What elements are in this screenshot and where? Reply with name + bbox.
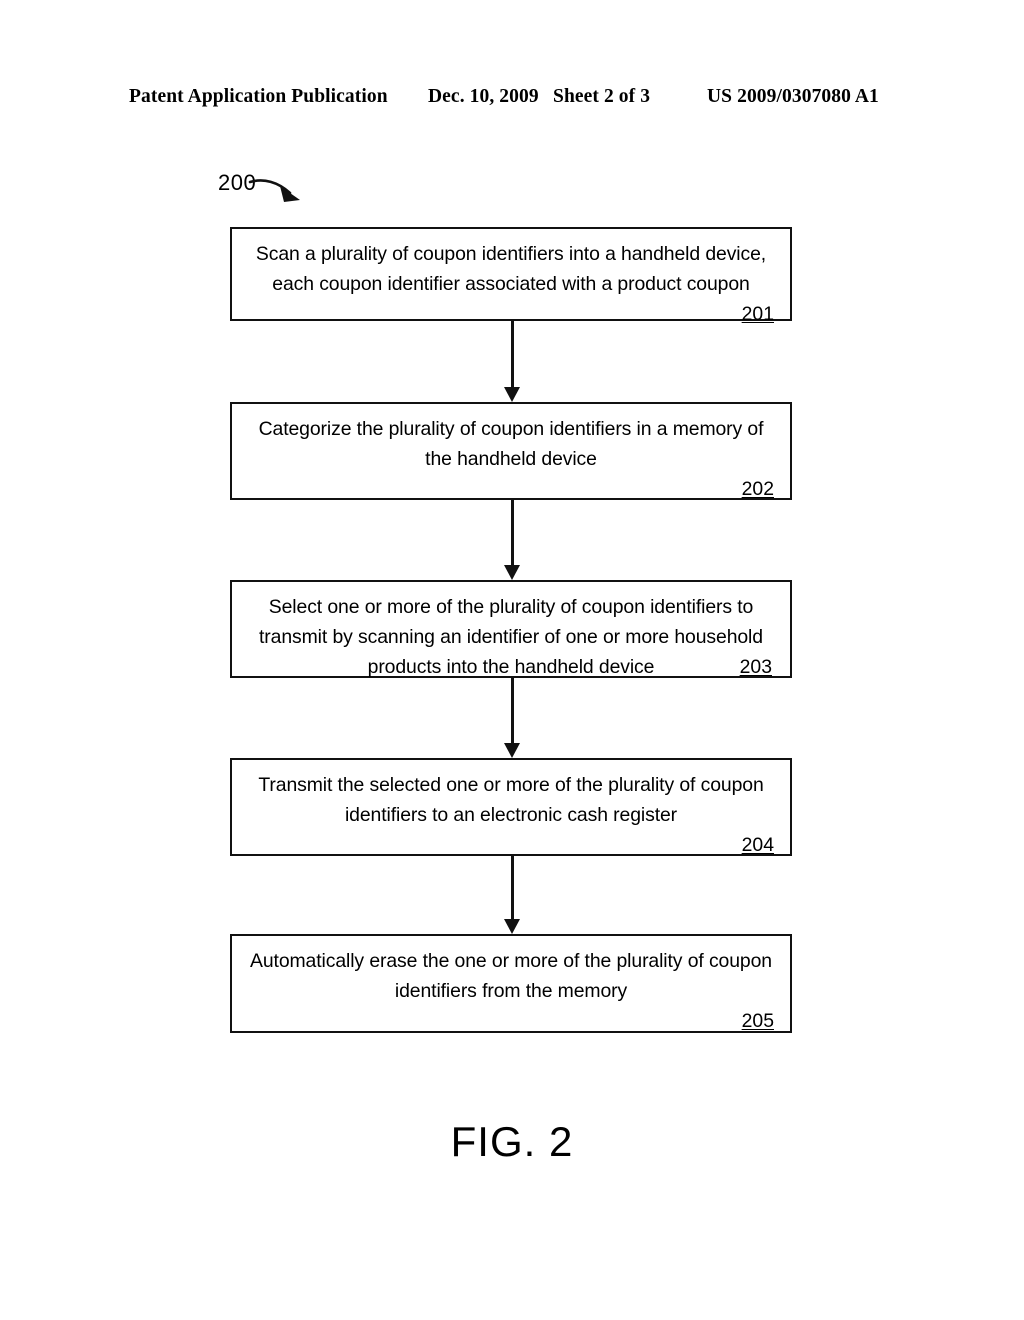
flow-node-204-body: Transmit the selected one or more of the… xyxy=(246,770,776,860)
down-arrow-icon xyxy=(504,565,520,580)
flow-node-204-text: Transmit the selected one or more of the… xyxy=(258,774,764,826)
down-arrow-icon xyxy=(504,919,520,934)
connector-line xyxy=(510,678,514,743)
connector-line xyxy=(510,500,514,565)
flow-node-202-text: Categorize the plurality of coupon ident… xyxy=(258,418,764,470)
flow-node-205-ref: 205 xyxy=(741,1010,774,1032)
connector-204-to-205 xyxy=(504,856,520,934)
connector-203-to-204 xyxy=(504,678,520,758)
down-arrow-icon xyxy=(504,387,520,402)
flow-node-203-text: Select one or more of the plurality of c… xyxy=(259,596,763,678)
flow-node-201: Scan a plurality of coupon identifiers i… xyxy=(230,227,792,325)
connector-202-to-203 xyxy=(504,500,520,580)
flow-node-202-body: Categorize the plurality of coupon ident… xyxy=(246,414,776,504)
figure-caption: FIG. 2 xyxy=(450,1118,574,1165)
connector-line xyxy=(510,321,514,387)
connector-201-to-202 xyxy=(504,321,520,402)
flow-node-203-ref: 203 xyxy=(739,656,772,678)
flow-node-201-text: Scan a plurality of coupon identifiers i… xyxy=(255,243,767,295)
flow-node-203: Select one or more of the plurality of c… xyxy=(230,580,792,678)
flow-node-201-body: Scan a plurality of coupon identifiers i… xyxy=(246,239,776,329)
connector-line xyxy=(510,856,514,919)
flow-node-202: Categorize the plurality of coupon ident… xyxy=(230,402,792,500)
flow-node-205-text: Automatically erase the one or more of t… xyxy=(250,950,772,1002)
flow-node-204: Transmit the selected one or more of the… xyxy=(230,758,792,856)
flow-node-203-body: Select one or more of the plurality of c… xyxy=(246,592,776,682)
down-arrow-icon xyxy=(504,743,520,758)
flow-node-205-body: Automatically erase the one or more of t… xyxy=(246,946,776,1036)
flow-node-205: Automatically erase the one or more of t… xyxy=(230,934,792,1033)
